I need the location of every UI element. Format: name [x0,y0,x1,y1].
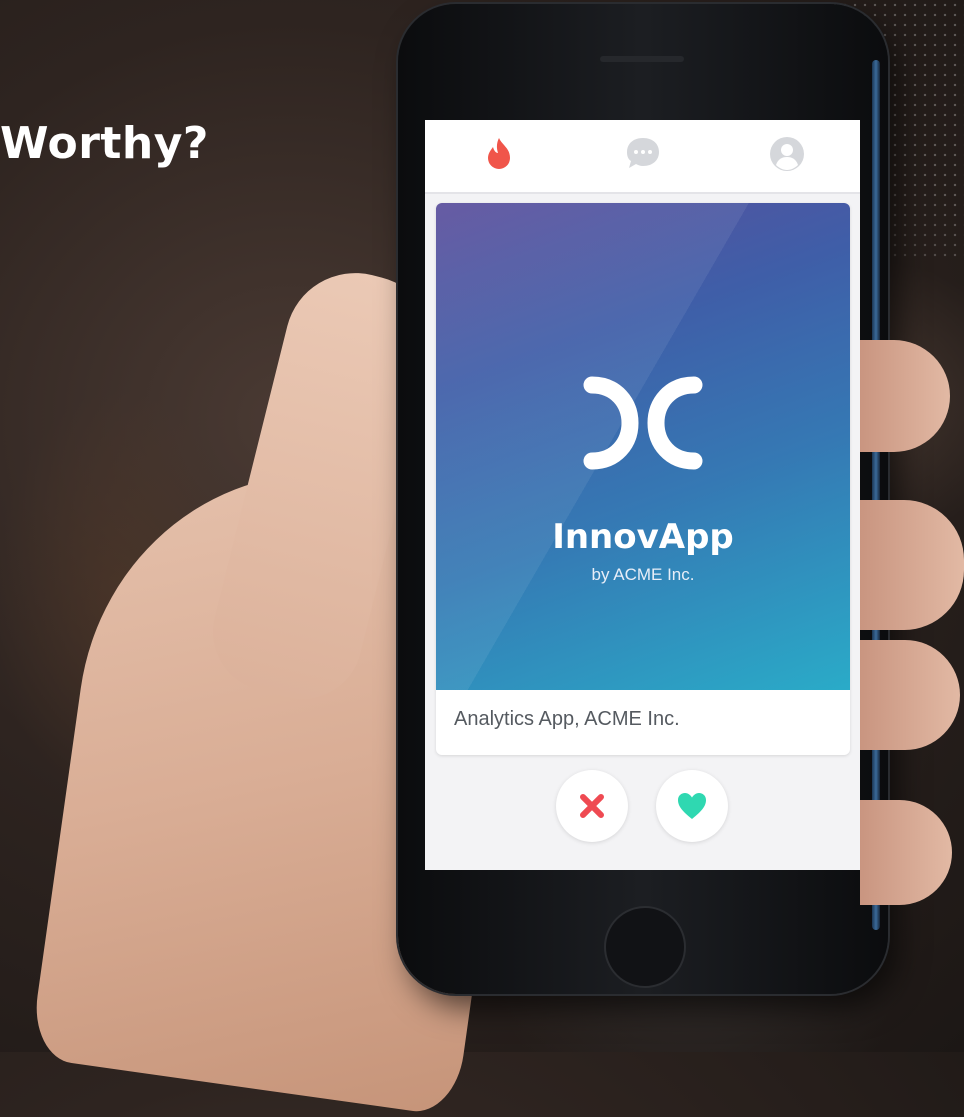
nope-button[interactable] [556,770,628,842]
card-image: InnovApp by ACME Inc. [436,203,850,690]
flame-icon[interactable] [477,134,521,174]
heart-icon [678,793,706,819]
top-nav [425,120,860,194]
profile-card[interactable]: InnovApp by ACME Inc. Analytics App, ACM… [436,203,850,755]
chat-icon[interactable] [621,134,665,174]
app-byline: by ACME Inc. [591,565,695,584]
home-button[interactable] [604,906,686,988]
phone-speaker [600,56,684,62]
profile-icon[interactable] [765,134,809,174]
innovapp-logo-icon [583,376,703,470]
card-caption: Analytics App, ACME Inc. [454,708,680,730]
close-icon [580,794,604,818]
phone-screen: InnovApp by ACME Inc. Analytics App, ACM… [425,120,860,870]
headline: Worthy? [0,118,209,169]
like-button[interactable] [656,770,728,842]
app-name: InnovApp [552,517,734,557]
